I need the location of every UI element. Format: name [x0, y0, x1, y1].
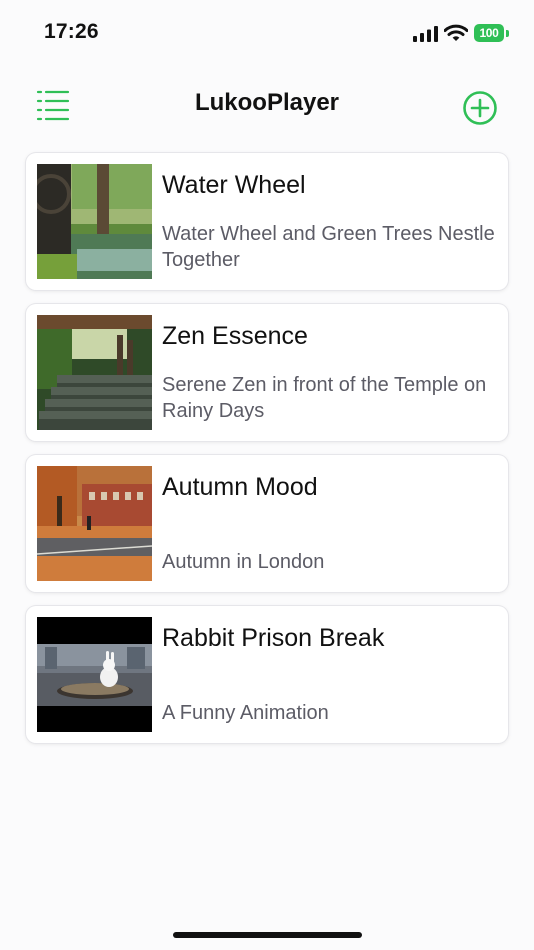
video-card-autumn-mood[interactable]: Autumn Mood Autumn in London: [26, 455, 508, 592]
video-list: Water Wheel Water Wheel and Green Trees …: [26, 153, 508, 757]
video-card-rabbit-prison-break[interactable]: Rabbit Prison Break A Funny Animation: [26, 606, 508, 743]
video-subtitle: Water Wheel and Green Trees Nestle Toget…: [162, 223, 495, 271]
video-title: Rabbit Prison Break: [162, 624, 385, 652]
video-thumbnail: [37, 466, 152, 581]
battery-level: 100: [474, 24, 504, 42]
status-time: 17:26: [44, 20, 99, 43]
battery-cap: [506, 30, 509, 37]
plus-circle-icon[interactable]: [462, 90, 498, 126]
home-indicator[interactable]: [173, 932, 362, 938]
video-subtitle: Serene Zen in front of the Temple on Rai…: [162, 374, 487, 422]
video-thumbnail: [37, 617, 152, 732]
video-card-water-wheel[interactable]: Water Wheel Water Wheel and Green Trees …: [26, 153, 508, 290]
video-title: Water Wheel: [162, 171, 306, 199]
video-subtitle: Autumn in London: [162, 551, 325, 573]
video-thumbnail: [37, 315, 152, 430]
status-bar: 17:26 100: [0, 0, 534, 66]
video-card-zen-essence[interactable]: Zen Essence Serene Zen in front of the T…: [26, 304, 508, 441]
cellular-signal-icon: [413, 26, 438, 42]
video-subtitle: A Funny Animation: [162, 702, 329, 724]
nav-bar: LukooPlayer: [0, 80, 534, 132]
wifi-icon: [444, 24, 468, 41]
video-thumbnail: [37, 164, 152, 279]
video-title: Zen Essence: [162, 322, 308, 350]
battery-indicator: 100: [474, 24, 510, 44]
page-title: LukooPlayer: [194, 89, 340, 116]
video-title: Autumn Mood: [162, 473, 318, 501]
